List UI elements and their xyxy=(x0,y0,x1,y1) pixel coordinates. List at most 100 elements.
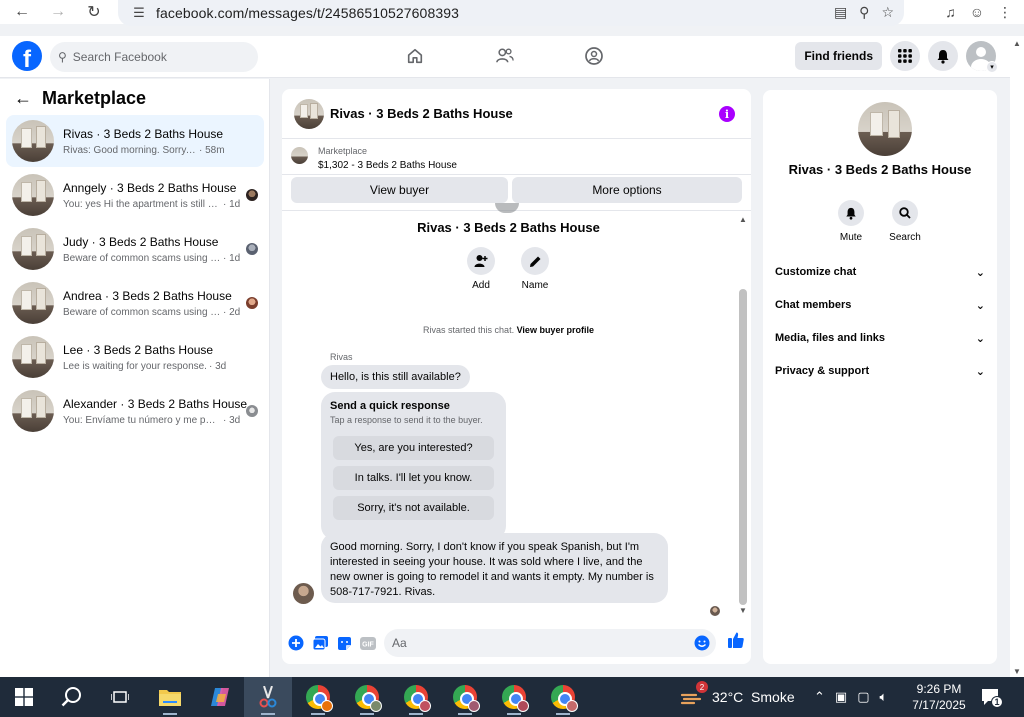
chrome-profile-f-icon[interactable] xyxy=(294,677,342,717)
emoji-icon[interactable] xyxy=(694,635,710,651)
facebook-logo-icon[interactable]: f xyxy=(12,41,42,71)
message-input[interactable] xyxy=(392,636,682,650)
meet-now-icon[interactable]: ▣ xyxy=(835,689,847,705)
scroll-up-arrow-icon[interactable]: ▲ xyxy=(739,215,747,224)
windows-start-icon[interactable] xyxy=(0,677,48,717)
conversation-name: Andrea · 3 Beds 2 Baths House xyxy=(63,288,232,303)
quick-response-option[interactable]: Sorry, it's not available. xyxy=(333,496,494,520)
chrome-profile-icon[interactable] xyxy=(392,677,440,717)
notifications-bell-icon[interactable] xyxy=(928,41,958,71)
chat-large-thumbnail[interactable] xyxy=(858,102,912,156)
sender-avatar[interactable] xyxy=(293,583,314,604)
friends-icon[interactable] xyxy=(493,44,517,68)
started-text: Rivas started this chat. xyxy=(423,325,515,335)
find-friends-button[interactable]: Find friends xyxy=(795,42,882,70)
scroll-thumb[interactable] xyxy=(739,289,747,605)
notification-center-icon[interactable]: 1 xyxy=(980,687,1003,708)
chrome-profile-icon[interactable] xyxy=(441,677,489,717)
conversation-item[interactable]: Alexander · 3 Beds 2 Baths House You: En… xyxy=(6,385,264,437)
conversation-item[interactable]: Rivas · 3 Beds 2 Baths House Rivas: Good… xyxy=(6,115,264,167)
copilot-icon[interactable] xyxy=(196,677,244,717)
browser-toolbar: ← → ↻ ☰ facebook.com/messages/t/24586510… xyxy=(0,0,1024,26)
conversation-item[interactable]: Andrea · 3 Beds 2 Baths House Beware of … xyxy=(6,277,264,329)
bookmark-star-icon[interactable]: ☆ xyxy=(881,4,894,21)
forward-arrow-icon[interactable]: → xyxy=(46,0,70,24)
search-icon[interactable] xyxy=(48,677,96,717)
chrome-profile-icon[interactable] xyxy=(490,677,538,717)
view-buyer-profile-link[interactable]: View buyer profile xyxy=(517,325,594,335)
facebook-search-box[interactable]: ⚲ xyxy=(50,42,258,72)
add-member-button[interactable]: Add xyxy=(461,247,501,291)
home-icon[interactable] xyxy=(403,44,427,68)
weather-widget[interactable]: 2 32°C Smoke xyxy=(680,677,795,717)
account-menu[interactable]: ▾ xyxy=(966,41,998,73)
quick-response-option[interactable]: In talks. I'll let you know. xyxy=(333,466,494,490)
sticker-icon[interactable] xyxy=(332,631,356,655)
search-chat-button[interactable]: Search xyxy=(885,200,925,243)
media-files-links-section[interactable]: Media, files and links ⌄ xyxy=(775,328,985,348)
message-bubble[interactable]: Hello, is this still available? xyxy=(321,365,470,389)
listing-price-title[interactable]: $1,302 - 3 Beds 2 Baths House xyxy=(318,160,457,171)
facebook-top-bar: f ⚲ Find friends ▾ xyxy=(0,36,1010,78)
chat-members-section[interactable]: Chat members ⌄ xyxy=(775,295,985,315)
conversation-item[interactable]: Judy · 3 Beds 2 Baths House Beware of co… xyxy=(6,223,264,275)
chrome-profile-icon[interactable] xyxy=(343,677,391,717)
conversation-time: · 58m xyxy=(199,144,225,156)
chevron-down-icon: ⌄ xyxy=(975,299,985,312)
volume-icon[interactable]: 🔈︎ xyxy=(880,689,888,705)
install-app-icon[interactable]: ▤ xyxy=(834,4,847,21)
kebab-menu-icon[interactable]: ⋮ xyxy=(998,4,1012,21)
page-scrollbar[interactable]: ▲ ▼ xyxy=(1010,36,1024,677)
marketplace-sidebar: ← Marketplace Rivas · 3 Beds 2 Baths Hou… xyxy=(0,79,270,677)
privacy-support-section[interactable]: Privacy & support ⌄ xyxy=(775,361,985,381)
message-composer: GIF xyxy=(282,627,751,659)
address-bar[interactable]: ☰ facebook.com/messages/t/24586510527608… xyxy=(118,0,904,26)
chat-scrollbar[interactable]: ▲ ▼ xyxy=(738,215,748,615)
edit-name-button[interactable]: Name xyxy=(515,247,555,291)
snipping-tool-icon[interactable] xyxy=(244,677,292,717)
zoom-icon[interactable]: ⚲ xyxy=(859,4,869,21)
clock[interactable]: 9:26 PM 7/17/2025 xyxy=(908,681,970,713)
conversation-preview: Rivas: Good morning. Sorry, I don't know… xyxy=(63,144,197,156)
info-icon[interactable]: i xyxy=(719,106,735,122)
chevron-up-icon[interactable]: ⌃ xyxy=(814,689,825,705)
chat-thumbnail[interactable] xyxy=(294,98,324,129)
mute-button[interactable]: Mute xyxy=(831,200,871,243)
listing-thumbnail[interactable] xyxy=(291,147,308,164)
sender-name: Rivas xyxy=(330,352,353,362)
chrome-profile-icon[interactable] xyxy=(539,677,587,717)
gif-icon[interactable]: GIF xyxy=(356,631,380,655)
reload-icon[interactable]: ↻ xyxy=(82,0,106,24)
photo-icon[interactable] xyxy=(308,631,332,655)
customize-chat-section[interactable]: Customize chat ⌄ xyxy=(775,262,985,282)
menu-grid-icon[interactable] xyxy=(890,41,920,71)
chat-title[interactable]: Rivas · 3 Beds 2 Baths House xyxy=(330,106,513,121)
conversation-item[interactable]: Lee · 3 Beds 2 Baths House Lee is waitin… xyxy=(6,331,264,383)
file-explorer-icon[interactable] xyxy=(146,677,194,717)
scroll-down-arrow-icon[interactable]: ▼ xyxy=(1013,667,1021,676)
thumbs-up-icon[interactable] xyxy=(727,631,745,649)
message-field[interactable] xyxy=(384,629,716,657)
view-buyer-button[interactable]: View buyer xyxy=(291,177,508,203)
conversation-time: · 3d xyxy=(223,414,241,426)
site-settings-icon[interactable]: ☰ xyxy=(126,5,152,21)
facebook-search-input[interactable] xyxy=(72,50,243,64)
back-arrow-icon[interactable]: ← xyxy=(14,88,32,109)
scroll-up-arrow-icon[interactable]: ▲ xyxy=(1013,39,1021,48)
conversation-item[interactable]: Anngely · 3 Beds 2 Baths House You: yes … xyxy=(6,169,264,221)
back-arrow-icon[interactable]: ← xyxy=(10,0,34,24)
groups-icon[interactable] xyxy=(582,44,606,68)
chat-window: Rivas · 3 Beds 2 Baths House i Marketpla… xyxy=(282,89,751,664)
task-view-icon[interactable] xyxy=(96,677,144,717)
quick-response-option[interactable]: Yes, are you interested? xyxy=(333,436,494,460)
plus-circle-icon[interactable] xyxy=(284,631,308,655)
buyer-avatar xyxy=(246,243,258,255)
network-icon[interactable]: ▢ xyxy=(857,689,869,705)
message-list[interactable]: Rivas · 3 Beds 2 Baths House Add Name Ri… xyxy=(282,203,751,621)
scroll-down-arrow-icon[interactable]: ▼ xyxy=(739,606,747,615)
more-options-button[interactable]: More options xyxy=(512,177,742,203)
profile-icon[interactable]: ☺ xyxy=(970,4,984,20)
message-bubble[interactable]: Good morning. Sorry, I don't know if you… xyxy=(321,533,668,603)
url-text[interactable]: facebook.com/messages/t/2458651052760839… xyxy=(156,5,459,21)
media-controls-icon[interactable]: ♫ xyxy=(945,4,956,20)
